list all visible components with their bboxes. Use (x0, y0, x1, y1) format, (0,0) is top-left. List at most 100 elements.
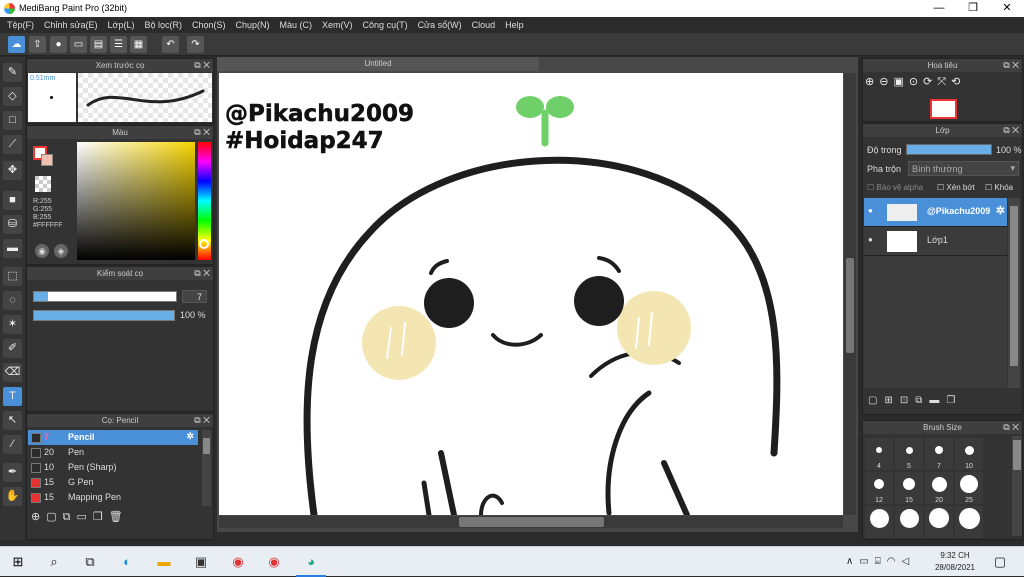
brush-size-cell[interactable]: 20 (925, 472, 953, 504)
menu-select[interactable]: Chọn(S) (187, 20, 231, 30)
panel-buttons-icon[interactable]: ⧉ ✕ (194, 267, 210, 280)
menu-file[interactable]: Tệp(F) (2, 20, 39, 30)
brush-size-cell[interactable]: 10 (955, 438, 983, 470)
copy-icon[interactable]: ❐ (93, 511, 109, 523)
battery-icon[interactable]: ▭ (859, 556, 874, 567)
add-brush-icon[interactable]: ⊕ (31, 511, 46, 523)
color-picker-icon[interactable]: ◈ (54, 244, 68, 258)
menu-color[interactable]: Màu (C) (275, 20, 318, 30)
zoom-out-icon[interactable]: ⊖ (879, 76, 893, 88)
eyedropper-tool-icon[interactable]: ✒ (3, 463, 22, 482)
add-dropdown-icon[interactable]: ⧉ (915, 395, 929, 406)
menu-edit[interactable]: Chỉnh sửa(E) (39, 20, 103, 30)
menu-tools[interactable]: Công cụ(T) (358, 20, 413, 30)
layer-row[interactable]: ● Lớp1 (864, 227, 1007, 256)
document-icon[interactable]: ▤ (90, 36, 107, 53)
text-tool-icon[interactable]: T (3, 387, 22, 406)
gradient-tool-icon[interactable]: ▬ (3, 239, 22, 258)
select-eraser-tool-icon[interactable]: ⌫ (3, 363, 22, 382)
opacity-slider[interactable] (33, 310, 175, 321)
menu-snap[interactable]: Chụp(N) (231, 20, 275, 30)
hue-handle[interactable] (199, 239, 209, 249)
share-icon[interactable]: ⇪ (29, 36, 46, 53)
transparent-swatch[interactable] (35, 176, 51, 192)
volume-icon[interactable]: ◁ (902, 556, 916, 567)
move-tool-icon[interactable]: ✥ (3, 161, 22, 180)
bucket-tool-icon[interactable]: ⛁ (3, 215, 22, 234)
close-button[interactable]: ✕ (990, 0, 1024, 17)
reset-icon[interactable]: ⟲ (951, 76, 965, 88)
minimize-button[interactable]: — (922, 0, 956, 17)
edge-icon[interactable]: ◐ (117, 553, 137, 571)
hand-tool-icon[interactable]: ✋ (3, 487, 22, 506)
zoom-icon[interactable]: ⊙ (909, 76, 923, 88)
message-icon[interactable]: ▭ (70, 36, 87, 53)
document-tab[interactable]: Untitled (217, 57, 539, 71)
delete-brush-icon[interactable]: 🗑 (109, 511, 129, 523)
horizontal-scrollbar[interactable] (219, 516, 843, 528)
brush-size-cell[interactable]: 7 (925, 438, 953, 470)
cloud-icon[interactable]: ☁ (8, 36, 25, 53)
brush-item[interactable]: 15 G Pen (28, 475, 198, 490)
brush-list-scrollbar[interactable] (202, 430, 211, 506)
brush-item[interactable]: 7 Pencil ✲ (28, 430, 198, 445)
duplicate-icon[interactable]: ❐ (946, 395, 962, 406)
palette-icon[interactable]: ◉ (35, 244, 49, 258)
add-dropdown-icon[interactable]: ⧉ (63, 511, 77, 523)
brush-size-cell[interactable] (865, 506, 893, 538)
add-layer-icon[interactable]: ⊞ (884, 395, 899, 406)
menu-cloud[interactable]: Cloud (467, 20, 501, 30)
brush-item[interactable]: 15 Mapping Pen (28, 490, 198, 505)
brush-size-cell[interactable]: 5 (895, 438, 923, 470)
brush-size-cell[interactable]: 15 (895, 472, 923, 504)
lasso-tool-icon[interactable]: ◌ (3, 291, 22, 310)
import-layer-icon[interactable]: ⊡ (900, 395, 915, 406)
brush-item[interactable]: 10 Pen (Sharp) (28, 460, 198, 475)
fill-rect-tool-icon[interactable]: ■ (3, 191, 22, 210)
new-layer-icon[interactable]: ▢ (868, 395, 884, 406)
menu-help[interactable]: Help (500, 20, 529, 30)
grid-icon[interactable]: ▦ (130, 36, 147, 53)
layer-scrollbar[interactable] (1008, 198, 1020, 388)
menu-layer[interactable]: Lớp(L) (103, 20, 140, 30)
undo-icon[interactable]: ↶ (162, 36, 179, 53)
layer-row[interactable]: ● @Pikachu2009 ✲ (864, 198, 1007, 227)
task-view-icon[interactable]: ⧉ (80, 553, 100, 571)
brush-size-cell[interactable] (895, 506, 923, 538)
chrome-icon[interactable]: ◉ (228, 553, 248, 571)
blend-mode-select[interactable]: Bình thường ▾ (908, 161, 1019, 176)
select-pen-tool-icon[interactable]: ✐ (3, 339, 22, 358)
store-icon[interactable]: ▣ (191, 553, 211, 571)
saturation-value-picker[interactable] (77, 142, 195, 260)
notification-icon[interactable]: ▢ (990, 553, 1010, 571)
brush-tool-icon[interactable]: ✎ (3, 63, 22, 82)
rotate-icon[interactable]: ⟳ (923, 76, 937, 88)
zoom-in-icon[interactable]: ⊕ (865, 76, 879, 88)
navigator-thumbnail[interactable] (930, 99, 957, 119)
search-icon[interactable]: ⌕ (44, 553, 64, 571)
document-canvas[interactable]: @Pikachu2009 #Hoidap247 (219, 73, 843, 515)
operation-tool-icon[interactable]: ↖ (3, 411, 22, 430)
menu-filter[interactable]: Bộ lọc(R) (139, 20, 187, 30)
magic-wand-tool-icon[interactable]: ✶ (3, 315, 22, 334)
menu-window[interactable]: Cửa sổ(W) (413, 20, 467, 30)
divide-tool-icon[interactable]: ⁄ (3, 435, 22, 454)
layer-opacity-slider[interactable] (906, 144, 992, 155)
secondary-color-swatch[interactable] (41, 154, 53, 166)
eraser-tool-icon[interactable]: ◇ (3, 87, 22, 106)
dot-tool-icon[interactable]: □ (3, 111, 22, 130)
select-tool-icon[interactable]: ⬚ (3, 267, 22, 286)
eye-icon[interactable]: ● (868, 206, 873, 215)
new-brush-icon[interactable]: ▢ (46, 511, 62, 523)
gear-icon[interactable]: ✲ (186, 431, 194, 442)
brush-size-scrollbar[interactable] (1012, 436, 1022, 536)
list-icon[interactable]: ☰ (110, 36, 127, 53)
brush-size-cell[interactable]: 12 (865, 472, 893, 504)
medibang-taskbar-icon[interactable]: ◕ (301, 553, 321, 571)
clip-checkbox[interactable]: ☐ Xén bớt (937, 183, 975, 192)
menu-view[interactable]: Xem(V) (317, 20, 358, 30)
file-explorer-icon[interactable]: ▬ (154, 553, 174, 571)
wifi-icon[interactable]: ◠ (887, 556, 902, 567)
folder-icon[interactable]: ▬ (929, 395, 946, 406)
lock-checkbox[interactable]: ☐ Khóa (985, 183, 1013, 192)
